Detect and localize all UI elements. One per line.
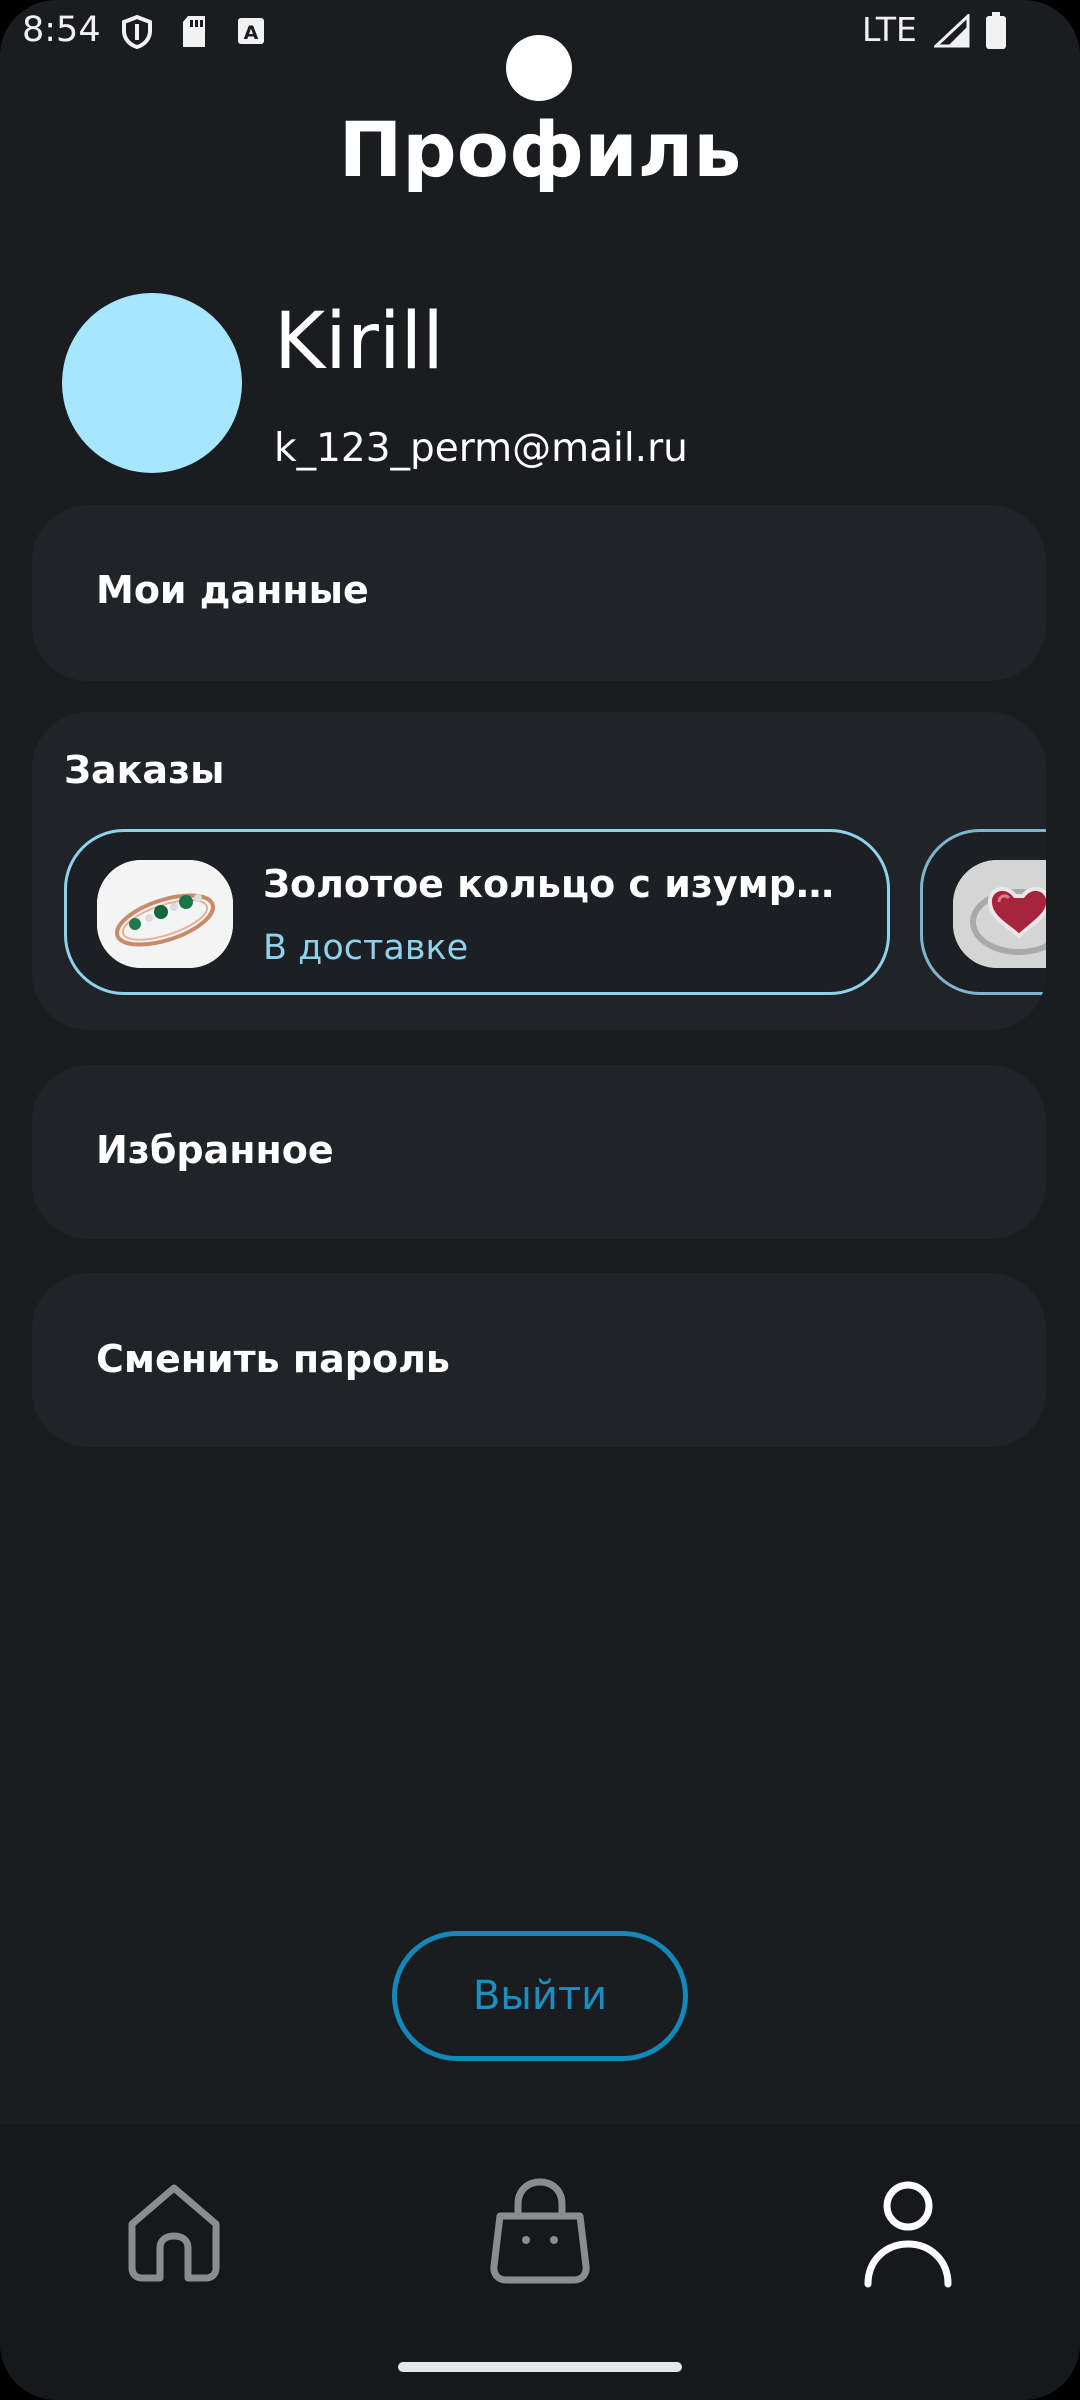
emerald-ring-image bbox=[97, 860, 233, 968]
keyboard-a-icon: A bbox=[236, 14, 266, 52]
user-email: k_123_perm@mail.ru bbox=[274, 426, 688, 471]
svg-text:A: A bbox=[244, 22, 259, 44]
page-title: Профиль bbox=[338, 105, 742, 194]
home-indicator[interactable] bbox=[398, 2362, 682, 2372]
favorites-button[interactable]: Избранное bbox=[32, 1065, 1046, 1239]
order-card[interactable]: Золотое кольцо с изумру... В доставке bbox=[64, 829, 890, 995]
user-name: Kirill bbox=[274, 297, 444, 387]
change-password-button[interactable]: Сменить пароль bbox=[32, 1273, 1046, 1447]
profile-icon[interactable] bbox=[862, 2180, 954, 2294]
camera-cutout bbox=[506, 35, 572, 101]
shopping-bag-icon[interactable] bbox=[484, 2176, 596, 2290]
ruby-heart-ring-image bbox=[953, 860, 1046, 968]
sd-card-icon bbox=[180, 14, 208, 54]
favorites-label: Избранное bbox=[96, 1128, 334, 1172]
bottom-navigation bbox=[0, 2124, 1080, 2400]
shield-icon bbox=[120, 14, 154, 54]
order-card[interactable] bbox=[920, 829, 1046, 995]
profile-screen: 8:54 A LTE Профиль Kirill k_123_perm@mai… bbox=[0, 0, 1080, 2400]
network-type: LTE bbox=[862, 10, 917, 49]
battery-icon bbox=[984, 12, 1008, 54]
home-icon[interactable] bbox=[124, 2176, 224, 2290]
signal-icon bbox=[932, 12, 970, 52]
my-data-label: Мои данные bbox=[96, 568, 369, 612]
my-data-button[interactable]: Мои данные bbox=[32, 505, 1046, 681]
avatar bbox=[62, 293, 242, 473]
orders-section: Заказы Золотое кольцо с изумру... В дост… bbox=[32, 712, 1046, 1030]
status-time: 8:54 bbox=[22, 10, 101, 50]
order-status: В доставке bbox=[263, 928, 469, 968]
orders-title: Заказы bbox=[64, 748, 225, 792]
order-name: Золотое кольцо с изумру... bbox=[263, 862, 843, 906]
change-password-label: Сменить пароль bbox=[96, 1337, 450, 1381]
logout-button[interactable]: Выйти bbox=[392, 1931, 688, 2061]
